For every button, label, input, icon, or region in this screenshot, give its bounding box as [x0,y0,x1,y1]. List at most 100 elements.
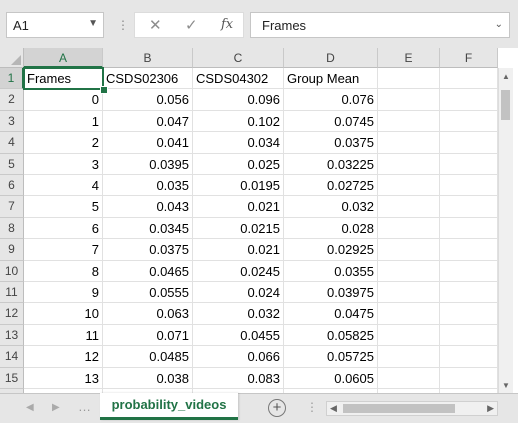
cell-b11[interactable]: 0.0555 [103,282,193,304]
scroll-right-icon[interactable]: ▶ [487,403,494,414]
cell-f7[interactable] [440,196,498,218]
tab-divider-icon[interactable]: ⋮ [306,400,318,414]
cell-c5[interactable]: 0.025 [193,153,284,175]
cell-f3[interactable] [440,110,498,133]
cell-a7[interactable]: 5 [24,196,103,218]
cell-e5[interactable] [378,153,440,175]
column-header-c[interactable]: C [193,48,284,68]
cell-e10[interactable] [378,260,440,282]
more-sheets-icon[interactable]: … [78,399,91,414]
cell-c2[interactable]: 0.096 [193,89,284,111]
add-sheet-icon[interactable]: + [268,399,286,417]
row-header-4[interactable]: 4 [0,132,24,154]
cell-e7[interactable] [378,196,440,218]
cell-b5[interactable]: 0.0395 [103,153,193,175]
cell-b14[interactable]: 0.0485 [103,346,193,368]
cell-c12[interactable]: 0.032 [193,303,284,325]
cell-f10[interactable] [440,260,498,282]
next-sheet-icon[interactable]: ▶ [52,402,60,413]
cell-a8[interactable]: 6 [24,217,103,240]
vertical-scroll-thumb[interactable] [501,90,510,120]
cell-f4[interactable] [440,132,498,154]
cell-d11[interactable]: 0.03975 [284,282,378,304]
row-header-7[interactable]: 7 [0,196,24,218]
cell-c11[interactable]: 0.024 [193,282,284,304]
cell-a1[interactable]: Frames [24,68,103,90]
cell-e2[interactable] [378,89,440,111]
cell-d12[interactable]: 0.0475 [284,303,378,325]
cell-e8[interactable] [378,217,440,240]
scroll-up-icon[interactable]: ▲ [502,72,510,81]
cell-b1[interactable]: CSDS02306 [103,68,193,90]
scroll-down-icon[interactable]: ▼ [502,381,510,390]
cell-d2[interactable]: 0.076 [284,89,378,111]
cell-e6[interactable] [378,175,440,197]
cell-b13[interactable]: 0.071 [103,324,193,347]
cell-d4[interactable]: 0.0375 [284,132,378,154]
cell-b6[interactable]: 0.035 [103,175,193,197]
cell-a5[interactable]: 3 [24,153,103,175]
row-header-10[interactable]: 10 [0,260,24,282]
cell-b2[interactable]: 0.056 [103,89,193,111]
cell-f11[interactable] [440,282,498,304]
row-header-12[interactable]: 12 [0,303,24,325]
cell-f1[interactable] [440,68,498,90]
cell-f9[interactable] [440,239,498,261]
enter-icon[interactable]: ✓ [185,16,198,34]
scroll-left-icon[interactable]: ◀ [330,403,337,414]
cell-e14[interactable] [378,346,440,368]
cell-e4[interactable] [378,132,440,154]
cancel-icon[interactable]: ✕ [149,16,162,34]
cell-b8[interactable]: 0.0345 [103,217,193,240]
cell-d8[interactable]: 0.028 [284,217,378,240]
cell-a15[interactable]: 13 [24,367,103,389]
cell-b15[interactable]: 0.038 [103,367,193,389]
cell-a6[interactable]: 4 [24,175,103,197]
row-header-5[interactable]: 5 [0,153,24,175]
row-header-14[interactable]: 14 [0,346,24,368]
cell-c9[interactable]: 0.021 [193,239,284,261]
column-header-e[interactable]: E [378,48,440,68]
cell-d15[interactable]: 0.0605 [284,367,378,389]
cell-c14[interactable]: 0.066 [193,346,284,368]
cell-e13[interactable] [378,324,440,347]
cell-f6[interactable] [440,175,498,197]
vertical-scrollbar[interactable]: ▲ ▼ [498,68,513,393]
cell-b10[interactable]: 0.0465 [103,260,193,282]
select-all-button[interactable] [0,48,24,68]
cell-a2[interactable]: 0 [24,89,103,111]
cell-e15[interactable] [378,367,440,389]
cell-a3[interactable]: 1 [24,110,103,133]
row-header-11[interactable]: 11 [0,282,24,304]
cell-a10[interactable]: 8 [24,260,103,282]
cell-a13[interactable]: 11 [24,324,103,347]
cell-d13[interactable]: 0.05825 [284,324,378,347]
fill-handle[interactable] [100,86,108,95]
formula-input[interactable]: Frames ⌄ [250,12,510,38]
cell-a12[interactable]: 10 [24,303,103,325]
cell-f8[interactable] [440,217,498,240]
insert-function-icon[interactable]: fx [221,17,233,32]
cell-b3[interactable]: 0.047 [103,110,193,133]
cell-e9[interactable] [378,239,440,261]
cell-f12[interactable] [440,303,498,325]
cell-d3[interactable]: 0.0745 [284,110,378,133]
cell-a9[interactable]: 7 [24,239,103,261]
column-header-f[interactable]: F [440,48,498,68]
column-header-a[interactable]: A [24,48,103,68]
cell-c15[interactable]: 0.083 [193,367,284,389]
expand-formula-icon[interactable]: ⌄ [495,19,503,30]
cell-e11[interactable] [378,282,440,304]
cell-c3[interactable]: 0.102 [193,110,284,133]
cell-d14[interactable]: 0.05725 [284,346,378,368]
row-header-6[interactable]: 6 [0,175,24,197]
cell-b4[interactable]: 0.041 [103,132,193,154]
cell-e1[interactable] [378,68,440,90]
prev-sheet-icon[interactable]: ◀ [26,402,34,413]
row-header-3[interactable]: 3 [0,110,24,133]
column-header-b[interactable]: B [103,48,193,68]
cell-c13[interactable]: 0.0455 [193,324,284,347]
cell-c7[interactable]: 0.021 [193,196,284,218]
cell-a11[interactable]: 9 [24,282,103,304]
cell-d6[interactable]: 0.02725 [284,175,378,197]
